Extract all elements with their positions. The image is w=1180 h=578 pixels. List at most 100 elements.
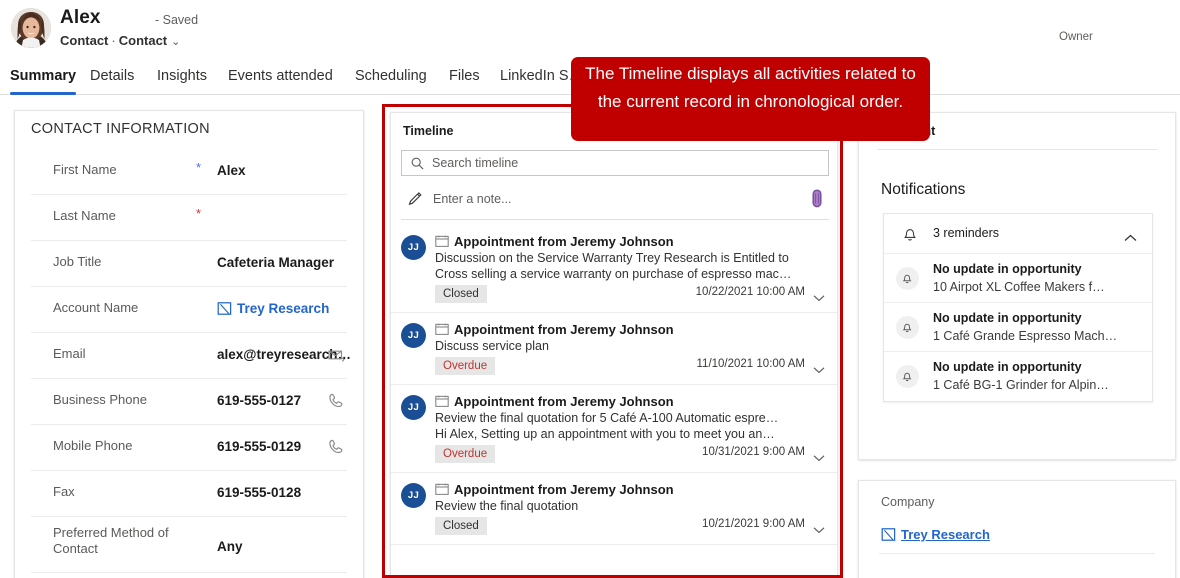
- field-label: Account Name: [53, 300, 139, 315]
- record-title: Alex: [60, 7, 101, 28]
- field-label: Mobile Phone: [53, 438, 133, 453]
- email-icon[interactable]: [327, 346, 345, 364]
- field-label: Business Phone: [53, 392, 147, 407]
- chevron-up-icon[interactable]: [1124, 229, 1137, 241]
- calendar-icon: [435, 483, 449, 495]
- timeline-title: Timeline: [403, 124, 454, 138]
- tab-summary[interactable]: Summary: [10, 64, 77, 95]
- section-title: CONTACT INFORMATION: [31, 121, 210, 137]
- attachment-icon[interactable]: [810, 189, 824, 208]
- subtitle-separator: ·: [111, 33, 116, 48]
- divider: [879, 553, 1155, 554]
- field-row: Preferred Method of Contact Any: [31, 517, 347, 573]
- timeline-item[interactable]: JJ Appointment from Jeremy Johnson Discuss…: [391, 313, 837, 385]
- tab-details[interactable]: Details: [90, 64, 134, 95]
- timeline-item-list: JJ Appointment from Jeremy Johnson Discuss…: [391, 225, 837, 545]
- entity-name: Contact: [60, 33, 109, 48]
- chevron-down-icon[interactable]: ⌄: [167, 36, 180, 48]
- annotation-callout: The Timeline displays all activities rel…: [571, 57, 930, 141]
- tab-scheduling[interactable]: Scheduling: [355, 64, 427, 95]
- timeline-item-title-row: Appointment from Jeremy Johnson: [435, 322, 825, 338]
- owner-label: Owner: [1059, 31, 1093, 43]
- app-page: Alex - Saved Contact · Contact ⌄ Owner Summ…: [0, 0, 1180, 578]
- status-badge: Closed: [435, 285, 487, 303]
- notification-row[interactable]: No update in opportunity 1 Café Grande Es…: [884, 303, 1152, 352]
- account-icon: [881, 527, 896, 542]
- enter-note-field[interactable]: Enter a note...: [401, 186, 829, 220]
- timeline-item-footer: Closed 10/21/2021 9:00 AM: [435, 517, 825, 537]
- avatar: [11, 8, 51, 48]
- search-timeline-field[interactable]: Search timeline: [401, 150, 829, 176]
- company-link[interactable]: Trey Research: [901, 527, 990, 542]
- notification-row[interactable]: No update in opportunity 1 Café BG-1 Grin…: [884, 352, 1152, 401]
- status-badge: Overdue: [435, 357, 496, 375]
- field-row: Mobile Phone 619-555-0129: [31, 425, 347, 471]
- timeline-item-footer: Overdue 10/31/2021 9:00 AM: [435, 445, 825, 465]
- field-value[interactable]: 619-555-0128: [217, 485, 301, 500]
- tab-label: Insights: [157, 68, 207, 84]
- timeline-item-title-row: Appointment from Jeremy Johnson: [435, 482, 825, 498]
- record-subtitle: Contact · Contact ⌄: [60, 33, 180, 48]
- tab-label: Scheduling: [355, 68, 427, 84]
- timeline-item-description: Cross selling a service warranty on purc…: [435, 267, 792, 281]
- company-label: Company: [881, 495, 935, 509]
- notification-title: No update in opportunity: [933, 262, 1082, 276]
- field-value[interactable]: 619-555-0129: [217, 439, 301, 454]
- field-value[interactable]: 619-555-0127: [217, 393, 301, 408]
- search-placeholder: Search timeline: [432, 156, 519, 170]
- reminders-summary-row[interactable]: 3 reminders: [884, 214, 1152, 254]
- field-value[interactable]: Cafeteria Manager: [217, 255, 334, 270]
- required-indicator-icon: *: [196, 160, 202, 175]
- notifications-heading: Notifications: [881, 181, 966, 198]
- field-row: Fax 619-555-0128: [31, 471, 347, 517]
- timeline-avatar: JJ: [401, 395, 426, 420]
- tab-label: Summary: [10, 68, 77, 84]
- chevron-down-icon[interactable]: [813, 521, 825, 534]
- field-row: Business Phone 619-555-0127: [31, 379, 347, 425]
- timeline-item-description: Review the final quotation for 5 Café A-…: [435, 411, 779, 425]
- timeline-item[interactable]: JJ Appointment from Jeremy Johnson Discuss…: [391, 225, 837, 313]
- bell-icon: [896, 365, 919, 388]
- record-header: Alex - Saved Contact · Contact ⌄ Owner: [0, 0, 1180, 58]
- timeline-item[interactable]: JJ Appointment from Jeremy Johnson Review …: [391, 385, 837, 473]
- timeline-item-date: 10/21/2021 9:00 AM: [702, 518, 805, 530]
- timeline-item[interactable]: JJ Appointment from Jeremy Johnson Review …: [391, 473, 837, 545]
- timeline-item-date: 10/22/2021 10:00 AM: [695, 286, 805, 298]
- tab-insights[interactable]: Insights: [157, 64, 207, 95]
- field-label: Fax: [53, 484, 75, 499]
- chevron-down-icon[interactable]: [813, 361, 825, 374]
- timeline-item-description: Hi Alex, Setting up an appointment with …: [435, 427, 775, 441]
- field-row: Account Name Trey Research: [31, 287, 347, 333]
- notification-row[interactable]: No update in opportunity 10 Airpot XL Cof…: [884, 254, 1152, 303]
- chevron-down-icon[interactable]: [813, 289, 825, 302]
- field-value[interactable]: Any: [217, 539, 243, 554]
- tab-label: Files: [449, 68, 480, 84]
- form-name[interactable]: Contact: [119, 33, 167, 48]
- field-value[interactable]: Alex: [217, 163, 246, 178]
- field-value-link[interactable]: Trey Research: [237, 301, 329, 316]
- required-indicator-icon: *: [196, 206, 202, 221]
- timeline-item-description: Discuss service plan: [435, 339, 549, 353]
- tab-events-attended[interactable]: Events attended: [228, 64, 333, 95]
- timeline-avatar: JJ: [401, 323, 426, 348]
- timeline-item-title-row: Appointment from Jeremy Johnson: [435, 394, 825, 410]
- phone-icon[interactable]: [327, 438, 345, 456]
- notifications-box: 3 reminders No update in opportunity 10 A…: [883, 213, 1153, 402]
- company-card: Company Trey Research: [858, 480, 1176, 578]
- pencil-icon: [407, 190, 424, 207]
- timeline-avatar: JJ: [401, 235, 426, 260]
- tab-label: Details: [90, 68, 135, 84]
- phone-icon[interactable]: [327, 392, 345, 410]
- chevron-down-icon[interactable]: [813, 449, 825, 462]
- timeline-card: Timeline Search timeline Enter a note...: [390, 112, 838, 578]
- field-label: First Name: [53, 162, 117, 177]
- timeline-item-description: Discussion on the Service Warranty Trey …: [435, 251, 789, 265]
- status-badge: Overdue: [435, 445, 496, 463]
- field-label: Email: [53, 346, 86, 361]
- note-placeholder: Enter a note...: [433, 192, 512, 206]
- timeline-item-title: Appointment from Jeremy Johnson: [454, 482, 674, 497]
- contact-information-card: CONTACT INFORMATION First Name * Alex Last …: [14, 110, 364, 578]
- tab-files[interactable]: Files: [449, 64, 480, 95]
- bell-icon: [896, 316, 919, 339]
- status-badge: Closed: [435, 517, 487, 535]
